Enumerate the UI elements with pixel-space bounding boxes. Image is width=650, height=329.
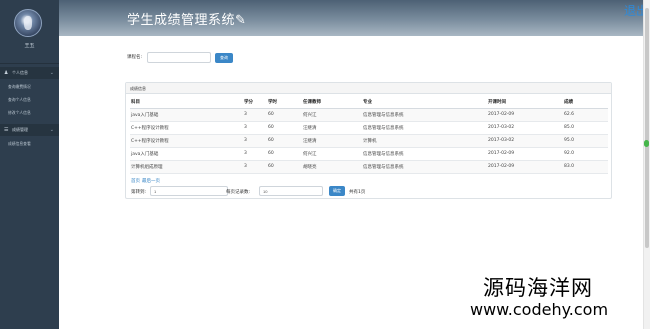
column-header: 学分 [243, 96, 267, 109]
header: 学生成绩管理系统✎ [59, 0, 643, 36]
jump-label: 第转到: [131, 190, 147, 195]
scores-panel: 成绩信息 科目 学分 学时 任课教师 专业 开课时间 成绩 java入门基础 3… [125, 82, 612, 199]
nav-group-scores[interactable]: ☰ 成绩管理 ⌄ [0, 124, 59, 136]
cell: C++程序设计教程 [130, 134, 243, 148]
cell: 何兴江 [302, 108, 362, 122]
table-row: java入门基础 3 60 何兴江 信息管理与信息系统 2017-02-09 6… [130, 108, 608, 122]
first-page-link[interactable]: 首页 [131, 179, 140, 184]
cell: java入门基础 [130, 108, 243, 122]
cell: 3 [243, 108, 267, 122]
cell: 信息管理与信息系统 [362, 108, 487, 122]
table-row: C++程序设计教程 3 60 汪继清 信息管理与信息系统 2017-03-02 … [130, 121, 608, 135]
table-row: java入门基础 3 60 何兴江 信息管理与信息系统 2017-02-09 9… [130, 147, 608, 161]
avatar[interactable] [14, 9, 42, 37]
cell: 3 [243, 147, 267, 161]
search-input[interactable] [147, 52, 211, 63]
table-row: C++程序设计教程 3 60 汪继清 计算机 2017-03-02 95.0 [130, 134, 608, 148]
cell: C++程序设计教程 [130, 121, 243, 135]
sidebar-item-scores[interactable]: 成绩信息查看 [0, 138, 59, 149]
cell: 2017-02-09 [487, 160, 563, 174]
nav-group-label: 个人信息 [12, 70, 28, 75]
cell: 60 [267, 121, 302, 135]
cell: 何兴江 [302, 147, 362, 161]
pencil-icon: ✎ [235, 13, 247, 28]
watermark-url: www.codehy.com [470, 300, 609, 319]
column-header: 科目 [130, 96, 243, 109]
divider [0, 63, 59, 64]
search-label: 课程名: [127, 55, 143, 60]
title-text: 学生成绩管理系统 [127, 13, 236, 28]
table-header-row: 科目 学分 学时 任课教师 专业 开课时间 成绩 [130, 96, 608, 109]
watermark-title: 源码海洋网 [483, 276, 593, 300]
cell: 2017-02-09 [487, 108, 563, 122]
cell: 汪继清 [302, 134, 362, 148]
cell: 60 [267, 147, 302, 161]
cell: 2017-03-02 [487, 134, 563, 148]
sidebar-item-view-profile[interactable]: 查询个人信息 [0, 94, 59, 105]
cell: 3 [243, 121, 267, 135]
username: 王五 [24, 43, 35, 49]
chevron-down-icon: ⌄ [49, 70, 54, 76]
cell: 3 [243, 160, 267, 174]
cell: 计算机组成原理 [130, 160, 243, 174]
cell: 汪继清 [302, 121, 362, 135]
scrollbar[interactable] [643, 0, 650, 329]
sidebar-item-payment[interactable]: 查询缴费情况 [0, 81, 59, 92]
cell: 2017-02-09 [487, 147, 563, 161]
last-page-link[interactable]: 最后一页 [142, 179, 160, 184]
jump-page-input[interactable] [150, 186, 228, 196]
cell: 95.0 [563, 134, 608, 148]
cell: 92.0 [563, 147, 608, 161]
nav-group-label: 成绩管理 [12, 127, 28, 132]
chevron-down-icon: ⌄ [49, 127, 54, 133]
column-header: 开课时间 [487, 96, 563, 109]
panel-title: 成绩信息 [126, 83, 611, 94]
cell: 85.0 [563, 121, 608, 135]
cell: 83.0 [563, 160, 608, 174]
page-size-label: 每页记录数: [226, 190, 251, 195]
page-title: 学生成绩管理系统✎ [127, 9, 246, 28]
table-row: 计算机组成原理 3 60 胡晓亮 信息管理与信息系统 2017-02-09 83… [130, 160, 608, 174]
cell: 胡晓亮 [302, 160, 362, 174]
user-icon: ♟ [4, 69, 9, 76]
cell: 2017-03-02 [487, 121, 563, 135]
floating-indicator[interactable] [644, 140, 649, 147]
cell: 62.6 [563, 108, 608, 122]
cell: 3 [243, 134, 267, 148]
cell: 60 [267, 108, 302, 122]
go-button[interactable]: 确定 [329, 186, 345, 196]
cell: 60 [267, 134, 302, 148]
sidebar-item-edit-profile[interactable]: 修改个人信息 [0, 107, 59, 118]
cell: java入门基础 [130, 147, 243, 161]
page-size-input[interactable] [259, 186, 323, 196]
pager-links: 首页 最后一页 [131, 178, 162, 184]
cell: 信息管理与信息系统 [362, 147, 487, 161]
search-button[interactable]: 查询 [215, 53, 233, 63]
total-pages: 共有1页 [349, 190, 366, 195]
column-header: 任课教师 [302, 96, 362, 109]
column-header: 成绩 [563, 96, 608, 109]
cell: 计算机 [362, 134, 487, 148]
column-header: 学时 [267, 96, 302, 109]
scrollbar-thumb[interactable] [645, 8, 649, 248]
nav-group-personal[interactable]: ♟ 个人信息 ⌄ [0, 67, 59, 79]
scores-table: 科目 学分 学时 任课教师 专业 开课时间 成绩 java入门基础 3 60 何… [130, 96, 608, 174]
sidebar: 王五 ♟ 个人信息 ⌄ 查询缴费情况 查询个人信息 修改个人信息 ☰ 成绩管理 … [0, 0, 59, 329]
cell: 信息管理与信息系统 [362, 121, 487, 135]
cell: 60 [267, 160, 302, 174]
cell: 信息管理与信息系统 [362, 160, 487, 174]
pager-controls: 第转到: 每页记录数: 确定 共有1页 [131, 186, 531, 198]
column-header: 专业 [362, 96, 487, 109]
chart-icon: ☰ [4, 126, 9, 133]
